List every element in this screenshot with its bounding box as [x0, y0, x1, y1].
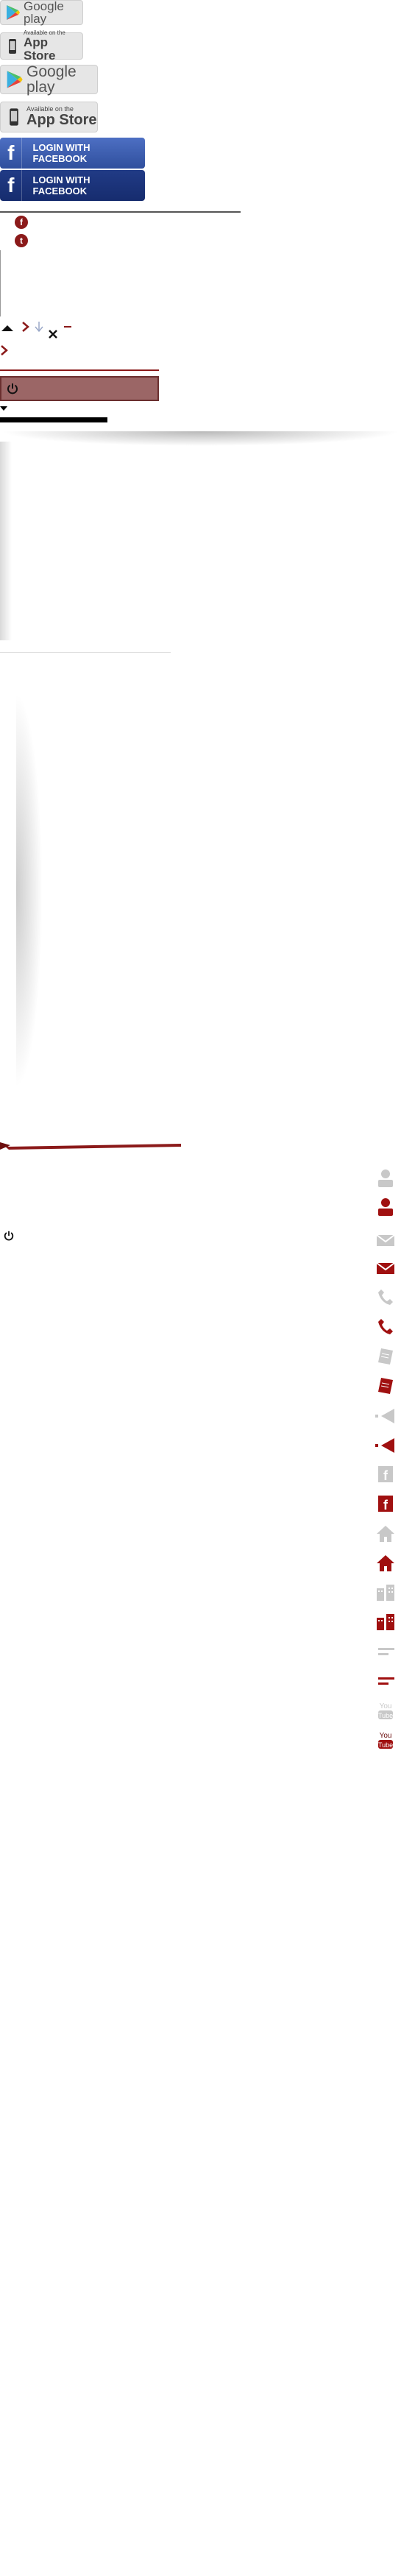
- caret-up-icon[interactable]: [0, 324, 15, 333]
- building-icon[interactable]: [375, 1582, 396, 1603]
- facebook-icon: f: [0, 138, 23, 169]
- google-play-label: Google play: [24, 0, 64, 26]
- svg-text:f: f: [383, 1498, 388, 1512]
- chevron-right-icon[interactable]: [21, 321, 29, 333]
- user-icon[interactable]: [375, 1197, 396, 1217]
- vertical-shadow: [16, 692, 43, 1089]
- phone-icon[interactable]: [375, 1287, 396, 1307]
- red-divider: [0, 369, 159, 371]
- svg-text:f: f: [383, 1468, 388, 1483]
- document-icon[interactable]: [375, 1376, 396, 1396]
- google-play-badge-large[interactable]: Google play: [0, 63, 98, 96]
- facebook-icon[interactable]: f: [375, 1464, 396, 1485]
- black-bar: [0, 417, 107, 422]
- facebook-social-icon[interactable]: f: [15, 216, 28, 229]
- building-icon[interactable]: [375, 1612, 396, 1632]
- vertical-shadow: [0, 442, 12, 640]
- youtube-you-text: You: [380, 1732, 392, 1740]
- close-icon[interactable]: [47, 328, 59, 340]
- phone-device-icon: [10, 108, 18, 126]
- arrow-left-icon[interactable]: [375, 1435, 396, 1456]
- menu-lines-icon[interactable]: [375, 1671, 396, 1692]
- google-play-badge[interactable]: Google play: [0, 0, 83, 25]
- phone-icon[interactable]: [375, 1316, 396, 1337]
- facebook-icon: f: [0, 170, 23, 201]
- menu-lines-icon[interactable]: [375, 1642, 396, 1663]
- youtube-tube-text: Tube: [378, 1741, 393, 1749]
- document-icon[interactable]: [375, 1346, 396, 1367]
- google-play-label: Google play: [26, 63, 77, 96]
- facebook-login-label: LOGIN WITH FACEBOOK: [32, 174, 91, 197]
- youtube-icon[interactable]: You Tube: [375, 1700, 396, 1721]
- app-store-badge-large[interactable]: Available on the App Store: [0, 102, 98, 132]
- chevron-right-icon[interactable]: [0, 344, 9, 356]
- home-icon[interactable]: [375, 1524, 396, 1544]
- app-store-bottom-label: App Store: [24, 35, 56, 63]
- arrow-left-icon[interactable]: [375, 1406, 396, 1426]
- phone-device-icon: [9, 38, 16, 54]
- minus-icon[interactable]: [63, 325, 72, 328]
- facebook-icon[interactable]: f: [375, 1493, 396, 1514]
- facebook-login-button-hover[interactable]: f LOGIN WITH FACEBOOK: [0, 170, 145, 201]
- arrow-down-icon[interactable]: [34, 321, 44, 333]
- home-icon[interactable]: [375, 1553, 396, 1574]
- red-wedge-divider: [0, 1142, 181, 1150]
- youtube-icon[interactable]: You Tube: [375, 1730, 396, 1750]
- mail-icon[interactable]: [375, 1229, 396, 1250]
- youtube-tube-text: Tube: [378, 1712, 393, 1719]
- mail-icon[interactable]: [375, 1257, 396, 1278]
- caret-down-icon[interactable]: [0, 406, 7, 411]
- thin-divider: [0, 652, 171, 653]
- facebook-login-label: LOGIN WITH FACEBOOK: [32, 142, 91, 164]
- app-store-bottom-label: App Store: [26, 112, 97, 128]
- divider: [0, 211, 241, 213]
- twitter-social-icon[interactable]: t: [15, 234, 28, 247]
- shadow-divider: [0, 431, 401, 446]
- google-play-icon: [7, 71, 23, 88]
- logout-bar[interactable]: [0, 376, 159, 401]
- vertical-divider: [0, 250, 1, 316]
- facebook-login-button[interactable]: f LOGIN WITH FACEBOOK: [0, 138, 145, 169]
- power-icon[interactable]: [3, 1230, 15, 1242]
- google-play-icon: [7, 5, 20, 20]
- power-icon: [7, 383, 18, 394]
- youtube-you-text: You: [380, 1702, 392, 1710]
- app-store-badge[interactable]: Available on the App Store: [0, 29, 83, 63]
- user-icon[interactable]: [375, 1168, 396, 1189]
